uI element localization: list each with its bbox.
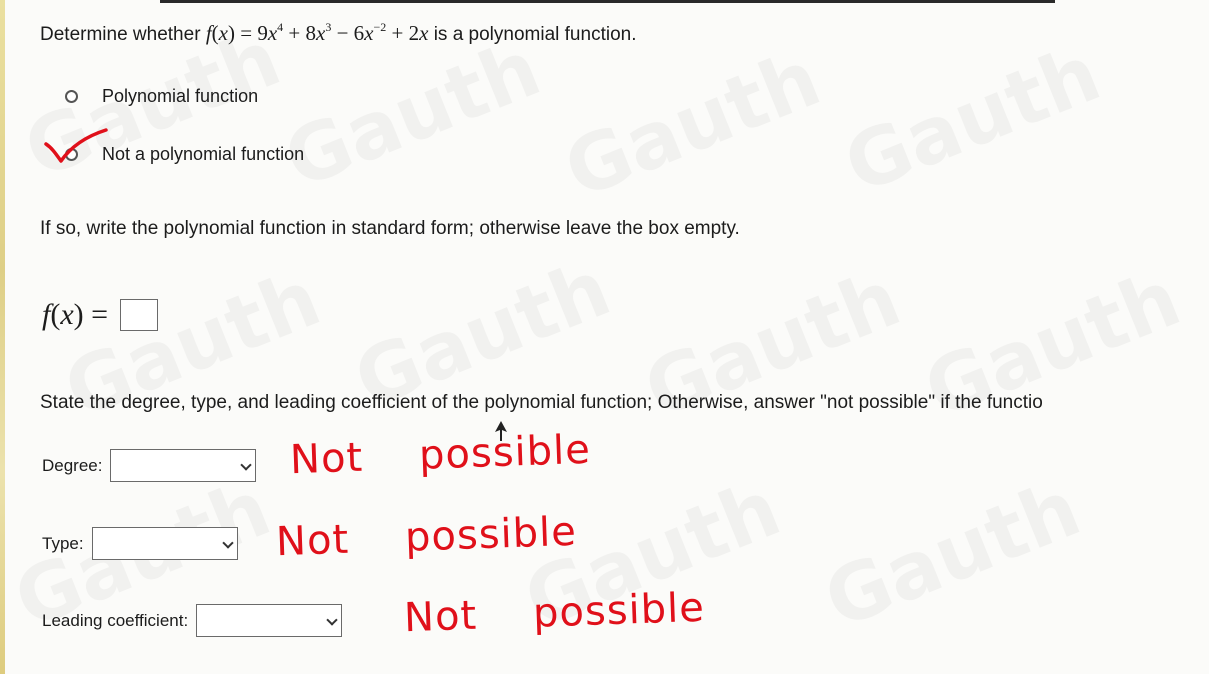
question-text: Determine whether f(x) = 9x4 + 8x3 − 6x−…	[40, 20, 636, 46]
option-label: Not a polynomial function	[102, 144, 305, 164]
instruction-degree-type: State the degree, type, and leading coef…	[40, 392, 1043, 413]
option-polynomial-function[interactable]: Polynomial function	[65, 86, 258, 107]
leading-coefficient-row: Leading coefficient:	[42, 604, 343, 637]
radio-button[interactable]	[65, 90, 78, 103]
watermark: Gauth	[273, 24, 552, 207]
leading-coefficient-label: Leading coefficient:	[42, 610, 189, 630]
degree-row: Degree:	[42, 449, 257, 482]
watermark: Gauth	[813, 464, 1092, 647]
handwritten-answer-type: Not possible	[275, 508, 578, 566]
fx-label: f(x) =	[42, 298, 109, 331]
leading-coefficient-select[interactable]	[196, 604, 343, 637]
checkmark-icon	[44, 128, 108, 163]
left-edge-strip	[0, 0, 5, 674]
handwritten-answer-leading-coefficient: Not possible	[403, 584, 706, 642]
degree-select[interactable]	[110, 449, 257, 482]
chevron-down-icon	[240, 459, 253, 471]
top-divider	[160, 0, 1055, 3]
fx-answer-input[interactable]	[120, 299, 159, 331]
instruction-standard-form: If so, write the polynomial function in …	[40, 218, 740, 239]
type-row: Type:	[42, 527, 238, 560]
type-select[interactable]	[91, 527, 238, 560]
type-label: Type:	[42, 533, 84, 553]
fx-answer-row: f(x) =	[42, 298, 159, 332]
function-expression: f(x) = 9x4 + 8x3 − 6x−2 + 2x	[205, 20, 429, 45]
watermark: Gauth	[833, 29, 1112, 212]
question-prefix: Determine whether	[40, 24, 201, 45]
question-suffix: is a polynomial function.	[433, 24, 637, 45]
option-label: Polynomial function	[102, 86, 259, 106]
chevron-down-icon	[221, 537, 234, 549]
handwritten-answer-degree: Not possible	[289, 426, 592, 484]
chevron-down-icon	[326, 614, 338, 626]
watermark: Gauth	[553, 34, 832, 217]
degree-label: Degree:	[42, 455, 103, 475]
